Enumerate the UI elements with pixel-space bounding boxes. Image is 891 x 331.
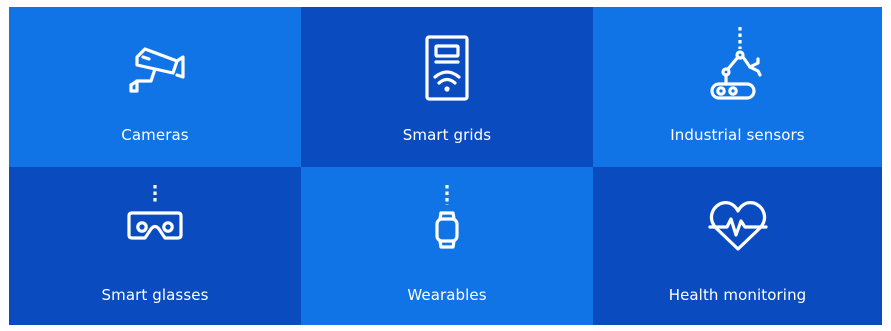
camera-icon	[129, 47, 185, 93]
tile-label-industrial-sensors: Industrial sensors	[670, 126, 805, 144]
smartwatch-icon	[435, 185, 459, 249]
tile-label-smart-glasses: Smart glasses	[101, 286, 209, 304]
smart-meter-icon	[425, 35, 469, 101]
tile-smart-glasses: Smart glasses	[9, 167, 301, 325]
iot-device-grid: Cameras Smart grids Industrial sensors S…	[9, 7, 882, 325]
robotic-arm-icon	[709, 27, 762, 100]
heart-pulse-icon	[707, 201, 768, 251]
vr-glasses-icon	[127, 185, 183, 240]
tile-smart-grids: Smart grids	[301, 7, 593, 167]
tile-label-wearables: Wearables	[407, 286, 487, 304]
tile-label-health-monitoring: Health monitoring	[668, 286, 807, 304]
tile-industrial-sensors: Industrial sensors	[593, 7, 882, 167]
tile-wearables: Wearables	[301, 167, 593, 325]
tile-cameras: Cameras	[9, 7, 301, 167]
tile-label-smart-grids: Smart grids	[402, 126, 492, 144]
tile-health-monitoring: Health monitoring	[593, 167, 882, 325]
tile-label-cameras: Cameras	[121, 126, 189, 144]
